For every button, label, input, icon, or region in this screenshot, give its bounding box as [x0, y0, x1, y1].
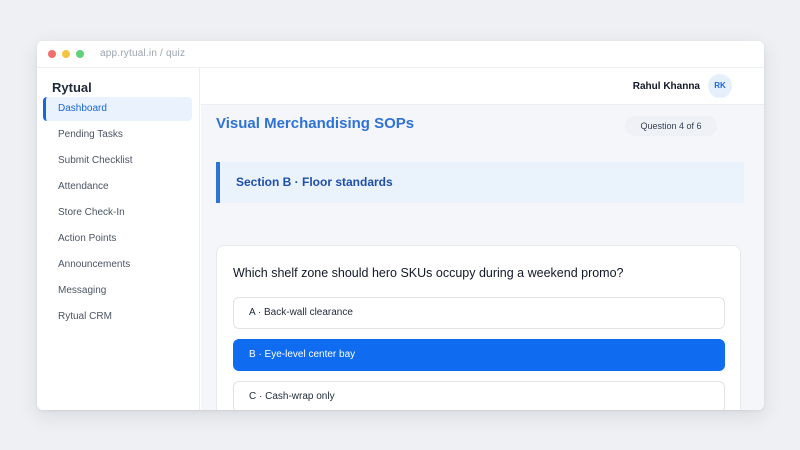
minimize-window-dot[interactable]	[62, 50, 70, 58]
maximize-window-dot[interactable]	[76, 50, 84, 58]
sidebar-item-pending-tasks[interactable]: Pending Tasks	[43, 123, 192, 147]
sidebar-item-attendance[interactable]: Attendance	[43, 175, 192, 199]
sidebar-item-announcements[interactable]: Announcements	[43, 253, 192, 277]
question-text: Which shelf zone should hero SKUs occupy…	[233, 266, 624, 280]
answer-option-c[interactable]: C · Cash-wrap only	[233, 381, 725, 410]
sidebar-item-action-points[interactable]: Action Points	[43, 227, 192, 251]
sidebar-item-dashboard[interactable]: Dashboard	[43, 97, 192, 121]
app-window: app.rytual.in / quiz Rytual Dashboard Pe…	[37, 41, 764, 410]
section-banner: Section B · Floor standards	[216, 162, 744, 203]
user-name: Rahul Khanna	[632, 81, 700, 92]
address-bar-url[interactable]: app.rytual.in / quiz	[100, 48, 185, 59]
sidebar-item-submit-checklist[interactable]: Submit Checklist	[43, 149, 192, 173]
brand-logo: Rytual	[52, 80, 92, 95]
sidebar-item-store-check-in[interactable]: Store Check-In	[43, 201, 192, 225]
close-window-dot[interactable]	[48, 50, 56, 58]
top-bar: Rahul Khanna RK	[201, 68, 764, 105]
sidebar-item-messaging[interactable]: Messaging	[43, 279, 192, 303]
question-card: Which shelf zone should hero SKUs occupy…	[216, 245, 741, 410]
answer-option-b[interactable]: B · Eye-level center bay	[233, 339, 725, 371]
question-progress-badge: Question 4 of 6	[625, 116, 717, 136]
browser-titlebar: app.rytual.in / quiz	[37, 41, 764, 68]
avatar[interactable]: RK	[708, 74, 732, 98]
section-title: Section B · Floor standards	[236, 175, 393, 189]
main-content: Rahul Khanna RK Visual Merchandising SOP…	[201, 68, 764, 410]
page-title: Visual Merchandising SOPs	[216, 115, 415, 132]
sidebar-item-rytual-crm[interactable]: Rytual CRM	[43, 305, 192, 329]
sidebar: Rytual Dashboard Pending Tasks Submit Ch…	[37, 68, 200, 410]
answer-option-a[interactable]: A · Back-wall clearance	[233, 297, 725, 329]
